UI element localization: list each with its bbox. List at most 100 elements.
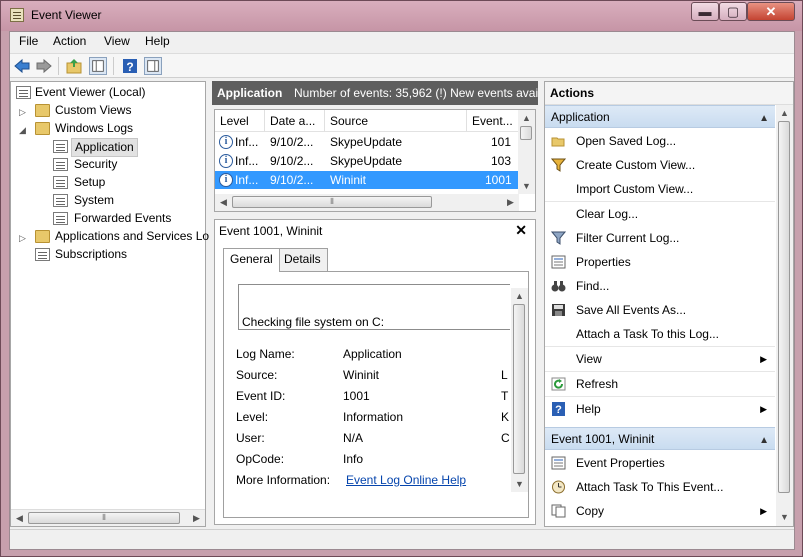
menu-file[interactable]: File: [19, 34, 38, 48]
help-icon[interactable]: ?: [121, 57, 139, 75]
general-tab-content: Checking file system on C: Log Name: App…: [223, 271, 529, 518]
action-refresh[interactable]: Refresh: [545, 372, 775, 396]
action-label: Create Custom View...: [576, 158, 696, 172]
console-tree[interactable]: Event Viewer (Local) ▷ Custom Views ◢ Wi…: [10, 81, 210, 527]
action-find[interactable]: Find...: [545, 274, 775, 298]
action-create-custom-view[interactable]: Create Custom View...: [545, 153, 775, 177]
expand-arrow-icon[interactable]: ▷: [19, 104, 26, 121]
event-row[interactable]: i Inf... 9/10/2... SkypeUpdate 101: [215, 133, 519, 151]
tree-label: Setup: [74, 175, 106, 189]
action-label: Filter Current Log...: [576, 231, 680, 245]
collapse-arrow-icon[interactable]: ▲: [759, 107, 769, 130]
scrollbar-thumb[interactable]: [778, 121, 790, 493]
maximize-button[interactable]: ▢: [719, 2, 747, 21]
event-level: Inf...: [235, 173, 259, 187]
scrollbar-thumb[interactable]: ⦀: [232, 196, 432, 208]
tab-details[interactable]: Details: [277, 248, 328, 271]
event-log-online-help-link[interactable]: Event Log Online Help: [346, 473, 466, 487]
expand-arrow-icon[interactable]: ▷: [19, 230, 26, 247]
submenu-arrow-icon: ▶: [760, 506, 767, 516]
save-icon: [552, 304, 565, 316]
action-open-saved-log[interactable]: Open Saved Log...: [545, 129, 775, 153]
collapse-arrow-icon[interactable]: ▲: [759, 429, 769, 452]
event-description-box[interactable]: Checking file system on C:: [238, 284, 510, 330]
action-label: Import Custom View...: [576, 182, 694, 196]
submenu-arrow-icon: ▶: [760, 404, 767, 414]
close-button[interactable]: ✕: [747, 2, 795, 21]
actions-vertical-scrollbar[interactable]: ▲ ▼: [776, 105, 793, 526]
scroll-left-arrow-icon[interactable]: ◀: [215, 194, 232, 210]
menu-bar: File Action View Help: [10, 32, 794, 52]
show-hide-tree-icon[interactable]: [89, 57, 107, 75]
action-attach-task-to-event[interactable]: Attach Task To This Event...: [545, 475, 775, 499]
action-clear-log[interactable]: Clear Log...: [545, 202, 775, 226]
actions-section-application[interactable]: Application ▲: [545, 105, 775, 128]
collapse-arrow-icon[interactable]: ◢: [19, 122, 26, 139]
help-icon: ?: [552, 402, 565, 416]
scroll-up-arrow-icon[interactable]: ▲: [776, 105, 793, 121]
action-view[interactable]: View ▶: [545, 347, 775, 371]
log-icon: [53, 176, 68, 189]
scroll-left-arrow-icon[interactable]: ◀: [11, 510, 28, 526]
detail-vertical-scrollbar[interactable]: ▲ ▼: [511, 288, 528, 492]
event-row-selected[interactable]: i Inf... 9/10/2... Wininit 1001: [215, 171, 519, 189]
column-header-event-id[interactable]: Event...: [467, 110, 519, 132]
up-folder-icon[interactable]: [65, 57, 83, 75]
action-help[interactable]: ? Help ▶: [545, 397, 775, 421]
event-list[interactable]: Level Date a... Source Event... i Inf...…: [214, 109, 536, 212]
toolbar-separator: [58, 57, 59, 75]
toolbar-separator: [113, 57, 114, 75]
scroll-right-arrow-icon[interactable]: ▶: [188, 510, 205, 526]
log-icon: [53, 194, 68, 207]
tab-general[interactable]: General: [223, 248, 280, 272]
menu-action[interactable]: Action: [53, 34, 86, 48]
tree-label: Applications and Services Lo: [55, 229, 210, 243]
action-event-properties[interactable]: Event Properties: [545, 451, 775, 475]
back-icon[interactable]: [13, 57, 31, 75]
section-title: Event 1001, Wininit: [551, 432, 655, 446]
action-attach-task-to-log[interactable]: Attach a Task To this Log...: [545, 322, 775, 346]
field-value: Information: [343, 410, 404, 424]
scroll-down-arrow-icon[interactable]: ▼: [518, 178, 535, 194]
more-information-label: More Information:: [236, 473, 331, 487]
scroll-right-arrow-icon[interactable]: ▶: [502, 194, 519, 210]
filter-icon: [551, 158, 566, 172]
menu-help[interactable]: Help: [145, 34, 170, 48]
event-list-vertical-scrollbar[interactable]: ▲ ▼: [518, 110, 535, 194]
show-hide-action-pane-icon[interactable]: [144, 57, 162, 75]
task-icon: [552, 480, 565, 494]
forward-icon[interactable]: [35, 57, 53, 75]
scroll-down-arrow-icon[interactable]: ▼: [776, 509, 793, 525]
event-row[interactable]: i Inf... 9/10/2... SkypeUpdate 103: [215, 152, 519, 170]
log-icon: [53, 140, 68, 153]
scrollbar-thumb[interactable]: [513, 304, 525, 474]
filter-icon: [551, 231, 566, 245]
action-label: Copy: [576, 504, 605, 518]
column-header-source[interactable]: Source: [325, 110, 467, 132]
scroll-up-arrow-icon[interactable]: ▲: [518, 110, 535, 126]
minimize-button[interactable]: ▬: [691, 2, 719, 21]
scroll-up-arrow-icon[interactable]: ▲: [511, 288, 528, 304]
column-header-level[interactable]: Level: [215, 110, 265, 132]
log-name: Application: [217, 86, 283, 100]
section-title: Application: [551, 110, 610, 124]
tree-label: System: [74, 193, 115, 207]
scrollbar-thumb[interactable]: [520, 126, 532, 140]
title-bar[interactable]: Event Viewer ▬ ▢ ✕: [1, 1, 802, 31]
actions-section-event[interactable]: Event 1001, Wininit ▲: [545, 427, 775, 450]
action-properties[interactable]: Properties: [545, 250, 775, 274]
tree-horizontal-scrollbar[interactable]: ◀ ⦀ ▶: [11, 509, 205, 526]
menu-view[interactable]: View: [104, 34, 130, 48]
column-header-date[interactable]: Date a...: [265, 110, 325, 132]
close-icon[interactable]: ✕: [515, 222, 527, 239]
action-save-all-events-as[interactable]: Save All Events As...: [545, 298, 775, 322]
event-list-horizontal-scrollbar[interactable]: ◀ ⦀ ▶: [215, 194, 519, 211]
action-import-custom-view[interactable]: Import Custom View...: [545, 177, 775, 201]
scrollbar-thumb[interactable]: ⦀: [28, 512, 180, 524]
event-date: 9/10/2...: [270, 135, 314, 149]
scroll-down-arrow-icon[interactable]: ▼: [511, 476, 528, 492]
action-filter-current-log[interactable]: Filter Current Log...: [545, 226, 775, 250]
action-label: Open Saved Log...: [576, 134, 677, 148]
action-copy[interactable]: Copy ▶: [545, 499, 775, 523]
log-event-count: Number of events: 35,962 (!) New events …: [294, 86, 538, 100]
